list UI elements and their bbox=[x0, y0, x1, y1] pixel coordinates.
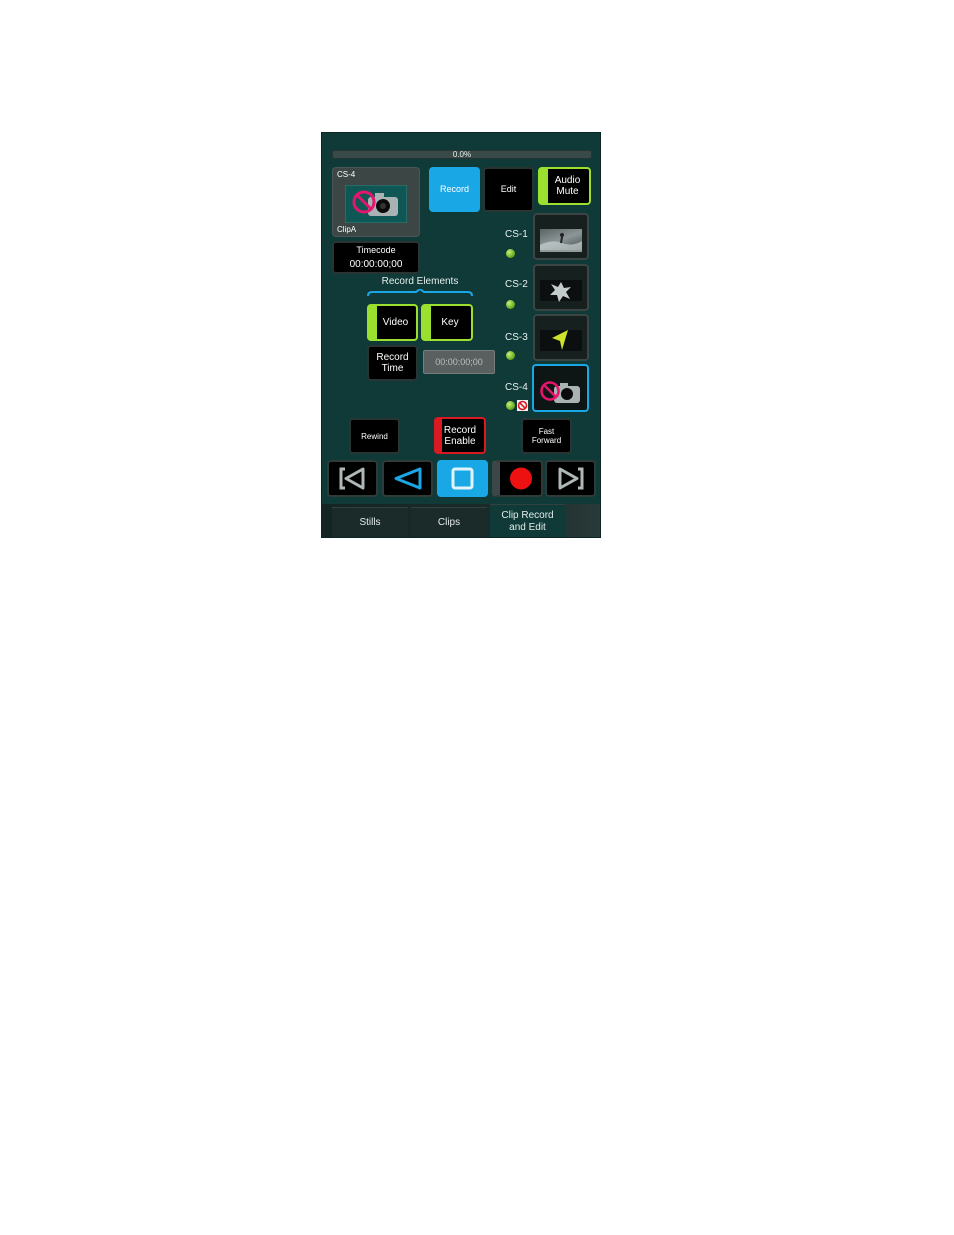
tab-clip-record-label-2: and Edit bbox=[509, 522, 546, 533]
source-label-cs3: CS-3 bbox=[505, 332, 528, 343]
tab-stills-label: Stills bbox=[359, 516, 381, 528]
source-label-cs2: CS-2 bbox=[505, 279, 528, 290]
progress-label: 0.0% bbox=[452, 150, 472, 159]
timecode-display: Timecode 00:00:00;00 bbox=[332, 241, 420, 274]
fast-forward-button[interactable]: Fast Forward bbox=[521, 418, 572, 454]
source-cs2-status-led bbox=[506, 300, 515, 309]
stop-icon bbox=[451, 467, 474, 490]
clip-record-panel: 0.0% CS-4 ClipA Timecode 00:00:00;00 Rec… bbox=[321, 132, 601, 538]
preview-source-label: CS-4 bbox=[337, 170, 356, 179]
fast-forward-label-2: Forward bbox=[531, 436, 562, 445]
tab-clips[interactable]: Clips bbox=[411, 507, 487, 537]
record-enable-label-2: Enable bbox=[444, 435, 476, 447]
record-time-input[interactable]: 00:00:00;00 bbox=[423, 350, 495, 374]
skip-to-start-icon bbox=[339, 467, 365, 490]
source-cs3-thumbnail[interactable] bbox=[533, 314, 589, 361]
record-elements-bracket bbox=[367, 289, 473, 297]
arrow-thumbnail bbox=[540, 330, 582, 351]
record-time-label-1: Record bbox=[376, 352, 409, 363]
record-button[interactable] bbox=[492, 460, 543, 497]
play-reverse-icon bbox=[394, 467, 422, 490]
skip-to-start-button[interactable] bbox=[327, 460, 378, 497]
record-elements-title: Record Elements bbox=[381, 276, 459, 287]
tab-clip-record-and-edit[interactable]: Clip Record and Edit bbox=[490, 504, 565, 537]
skip-to-end-icon bbox=[558, 467, 584, 490]
source-label-cs4: CS-4 bbox=[505, 382, 528, 393]
no-camera-icon bbox=[352, 190, 398, 216]
record-enable-button[interactable]: Record Enable bbox=[434, 417, 486, 454]
video-label: Video bbox=[382, 317, 409, 328]
rewind-label: Rewind bbox=[361, 431, 388, 441]
preview-clip-label: ClipA bbox=[337, 225, 357, 234]
tab-clip-record-label-1: Clip Record bbox=[501, 510, 554, 521]
no-record-icon bbox=[517, 400, 528, 411]
audio-mute-label-1: Audio bbox=[554, 175, 581, 186]
key-element-button[interactable]: Key bbox=[421, 304, 473, 341]
source-label-cs1: CS-1 bbox=[505, 229, 528, 240]
source-cs4-thumbnail[interactable] bbox=[532, 364, 589, 412]
surfer-thumbnail bbox=[540, 229, 582, 252]
progress-bar: 0.0% bbox=[332, 150, 592, 159]
record-enable-label-1: Record bbox=[443, 424, 477, 436]
clip-preview[interactable]: CS-4 ClipA bbox=[332, 167, 420, 237]
audio-mute-label-2: Mute bbox=[556, 186, 579, 197]
edit-mode-button[interactable]: Edit bbox=[483, 167, 534, 212]
tab-clips-label: Clips bbox=[437, 516, 461, 528]
key-label: Key bbox=[441, 317, 459, 328]
stop-button[interactable] bbox=[437, 460, 488, 497]
edit-mode-label: Edit bbox=[500, 184, 517, 194]
source-cs1-thumbnail[interactable] bbox=[533, 213, 589, 260]
tab-stills[interactable]: Stills bbox=[332, 507, 408, 537]
record-time-button[interactable]: Record Time bbox=[367, 345, 418, 381]
star-thumbnail bbox=[540, 280, 582, 302]
no-camera-icon bbox=[540, 381, 580, 403]
surfer-icon bbox=[540, 233, 582, 252]
record-mode-label: Record bbox=[439, 184, 469, 194]
fast-forward-label-1: Fast bbox=[538, 427, 555, 436]
arrow-icon bbox=[552, 330, 568, 350]
source-cs2-thumbnail[interactable] bbox=[533, 264, 589, 311]
skip-to-end-button[interactable] bbox=[545, 460, 596, 497]
rewind-button[interactable]: Rewind bbox=[349, 418, 400, 454]
source-cs3-status-led bbox=[506, 351, 515, 360]
record-mode-button[interactable]: Record bbox=[429, 167, 480, 212]
audio-mute-button[interactable]: Audio Mute bbox=[538, 167, 591, 205]
video-element-button[interactable]: Video bbox=[367, 304, 418, 341]
source-cs4-status-led bbox=[506, 401, 515, 410]
preview-image bbox=[345, 185, 407, 223]
record-icon bbox=[510, 467, 532, 490]
star-icon bbox=[550, 282, 571, 302]
timecode-label: Timecode bbox=[356, 245, 396, 255]
play-reverse-button[interactable] bbox=[382, 460, 433, 497]
record-time-label-2: Time bbox=[381, 363, 404, 374]
source-cs1-status-led bbox=[506, 249, 515, 258]
timecode-value: 00:00:00;00 bbox=[349, 259, 403, 270]
